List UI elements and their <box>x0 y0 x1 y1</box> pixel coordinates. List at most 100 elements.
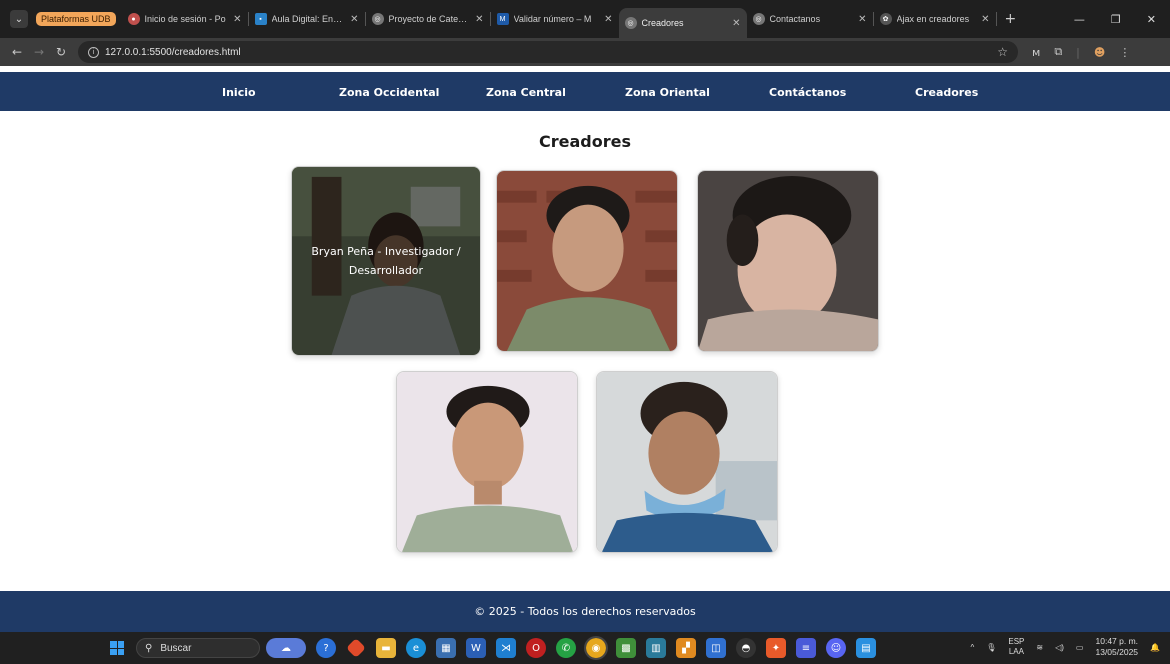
search-icon: ⚲ <box>145 642 153 654</box>
widgets-icon[interactable]: ☁ <box>266 638 306 658</box>
taskbar-search[interactable]: ⚲ Buscar <box>136 638 260 658</box>
taskbar-apps: ☁ ? ▬ e ▦ W ⋊ O ✆ ◉ ▩ ▥ ▞ ◫ ◓ ✦ ≡ ☺ ▤ <box>266 636 876 660</box>
browser-tab[interactable]: ◎ Proyecto de Catedra ✕ <box>366 6 490 32</box>
tab-group-chip[interactable]: Plataformas UDB <box>36 12 116 26</box>
wifi-icon[interactable]: ≋ <box>1036 643 1043 652</box>
creator-card[interactable] <box>596 371 778 553</box>
browser-tab[interactable]: M Validar número – M ✕ <box>491 6 619 32</box>
help-icon[interactable]: ? <box>316 638 336 658</box>
taskbar-clock[interactable]: 10:47 p. m. 13/05/2025 <box>1095 636 1138 658</box>
tray-chevron-up-icon[interactable]: ^ <box>970 643 974 652</box>
nav-link-inicio[interactable]: Inicio <box>222 86 256 99</box>
globe-icon: ◎ <box>752 13 765 25</box>
os-taskbar: ⚲ Buscar ☁ ? ▬ e ▦ W ⋊ O ✆ ◉ ▩ ▥ ▞ ◫ ◓ ✦… <box>0 632 1170 664</box>
app-blocks-icon[interactable]: ▞ <box>676 638 696 658</box>
clock-time: 10:47 p. m. <box>1095 636 1139 646</box>
browser-tab[interactable]: ● Inicio de sesión - Po ✕ <box>122 6 248 32</box>
browser-tab[interactable]: ▪ Aula Digital: Entrar ✕ <box>249 6 365 32</box>
store-icon[interactable]: ▦ <box>436 638 456 658</box>
extension-m-icon[interactable]: ᴍ <box>1032 46 1040 59</box>
nav-link-zona-oriental[interactable]: Zona Oriental <box>625 86 710 99</box>
extensions-puzzle-icon[interactable]: ⧉ <box>1054 45 1062 59</box>
browser-tab[interactable]: ✿ Ajax en creadores ✕ <box>874 6 996 32</box>
creator-photo-5 <box>597 372 777 552</box>
nav-link-contactanos[interactable]: Contáctanos <box>769 86 846 99</box>
tab-separator <box>995 12 997 26</box>
profile-avatar-icon[interactable]: ☻ <box>1094 46 1105 59</box>
globe-icon: ◎ <box>371 13 384 25</box>
word-icon[interactable]: W <box>466 638 486 658</box>
clock-date: 13/05/2025 <box>1095 647 1139 657</box>
language-indicator[interactable]: ESP LAA <box>1008 637 1024 657</box>
system-tray: ^ 🎙 ESP LAA ≋ ◁) ▭ 10:47 p. m. 13/05/202… <box>970 636 1160 658</box>
creator-photo-4 <box>397 372 577 552</box>
edge-icon[interactable]: e <box>406 638 426 658</box>
notification-bell-icon[interactable]: 🔔 <box>1150 643 1160 652</box>
openai-icon: ✿ <box>879 13 892 25</box>
footer-copyright: © 2025 - Todos los derechos reservados <box>474 605 696 618</box>
creator-card[interactable] <box>396 371 578 553</box>
creator-card[interactable] <box>697 170 879 352</box>
toolbar-divider: | <box>1076 45 1080 59</box>
close-window-icon[interactable]: ✕ <box>1147 13 1156 26</box>
moodle-icon: ▪ <box>254 13 267 25</box>
taskbar-search-label: Buscar <box>160 642 192 654</box>
new-tab-icon[interactable]: + <box>1005 11 1017 27</box>
extensions-area: ᴍ ⧉ | ☻ ⋮ <box>1032 45 1130 59</box>
volume-icon[interactable]: ◁) <box>1055 643 1064 652</box>
battery-icon[interactable]: ▭ <box>1076 643 1084 652</box>
whatsapp-icon[interactable]: ✆ <box>556 638 576 658</box>
opera-icon[interactable]: O <box>526 638 546 658</box>
back-arrow-icon[interactable]: ← <box>6 45 28 59</box>
windows-start-icon[interactable] <box>110 641 124 655</box>
creator-card[interactable] <box>496 170 678 352</box>
creator-caption: Bryan Peña - Investigador / Desarrollado… <box>292 167 480 355</box>
browser-toolbar: ← → ↻ i 127.0.0.1:5500/creadores.html ☆ … <box>0 38 1170 66</box>
globe-icon: ◎ <box>624 17 637 29</box>
minimize-icon[interactable]: — <box>1074 13 1085 26</box>
chrome-icon[interactable]: ◉ <box>584 636 608 660</box>
ppt-icon: ● <box>127 13 140 25</box>
github-icon[interactable]: ◓ <box>736 638 756 658</box>
site-info-icon[interactable]: i <box>88 46 99 58</box>
close-tab-icon[interactable]: ✕ <box>604 14 612 25</box>
browser-tab[interactable]: ◎ Contactanos ✕ <box>747 6 873 32</box>
bookmark-star-icon[interactable]: ☆ <box>997 45 1008 59</box>
m-icon: M <box>496 13 509 25</box>
nav-link-zona-central[interactable]: Zona Central <box>486 86 566 99</box>
reload-icon[interactable]: ↻ <box>50 45 72 59</box>
forward-arrow-icon[interactable]: → <box>28 45 50 59</box>
creator-photo-2 <box>497 171 677 351</box>
close-tab-icon[interactable]: ✕ <box>233 14 241 25</box>
microphone-icon[interactable]: 🎙 <box>986 643 996 652</box>
tab-search-chevron-icon[interactable]: ⌄ <box>10 10 28 28</box>
discord-icon[interactable]: ☺ <box>826 638 846 658</box>
vscode-icon[interactable]: ⋊ <box>496 638 516 658</box>
browser-tab-active[interactable]: ◎ Creadores ✕ <box>618 8 747 38</box>
figma-icon[interactable]: ✦ <box>766 638 786 658</box>
restore-icon[interactable]: ❐ <box>1111 13 1121 26</box>
close-tab-icon[interactable]: ✕ <box>858 14 866 25</box>
minecraft-icon[interactable]: ▩ <box>616 638 636 658</box>
close-tab-icon[interactable]: ✕ <box>475 14 483 25</box>
url-text: 127.0.0.1:5500/creadores.html <box>105 46 241 58</box>
lang-region: LAA <box>1008 647 1024 656</box>
browser-menu-icon[interactable]: ⋮ <box>1119 46 1130 59</box>
nav-link-creadores[interactable]: Creadores <box>915 86 978 99</box>
creator-photo-3 <box>698 171 878 351</box>
app-building-icon[interactable]: ▥ <box>646 638 666 658</box>
file-explorer-icon[interactable]: ▬ <box>376 638 396 658</box>
close-tab-icon[interactable]: ✕ <box>350 14 358 25</box>
nav-link-zona-occidental[interactable]: Zona Occidental <box>339 86 439 99</box>
lang-code: ESP <box>1008 637 1025 646</box>
address-bar[interactable]: i 127.0.0.1:5500/creadores.html ☆ <box>78 41 1018 63</box>
notepad-icon[interactable]: ▤ <box>856 638 876 658</box>
creator-card[interactable]: Bryan Peña - Investigador / Desarrollado… <box>291 166 481 356</box>
window-controls: — ❐ ✕ <box>1074 13 1156 26</box>
app-board-icon[interactable]: ◫ <box>706 638 726 658</box>
close-tab-icon[interactable]: ✕ <box>981 14 989 25</box>
app-diamond-icon[interactable] <box>346 638 366 658</box>
close-tab-icon[interactable]: ✕ <box>732 18 740 29</box>
notes-icon[interactable]: ≡ <box>796 638 816 658</box>
site-navbar: Inicio Zona Occidental Zona Central Zona… <box>0 72 1170 111</box>
